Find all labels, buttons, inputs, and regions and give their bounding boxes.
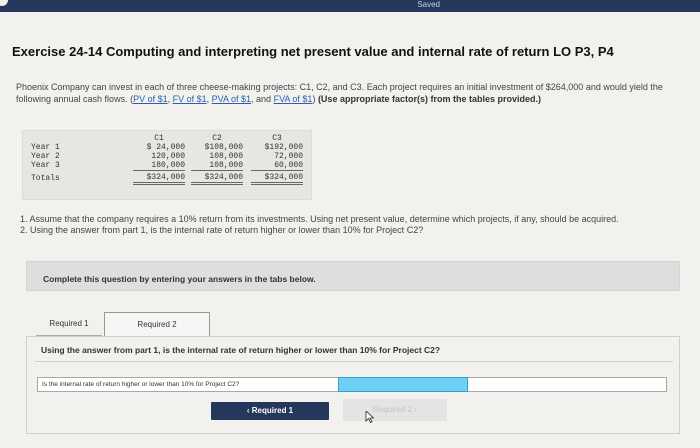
- cell-totals-c3: $324,000: [251, 173, 303, 185]
- cell-year2-c3: 72,000: [274, 152, 303, 161]
- cell-year2-c2: 108,000: [209, 152, 243, 161]
- prev-button-label: Required 1: [251, 406, 294, 415]
- link-pva-of-1[interactable]: PVA of $1: [212, 94, 251, 104]
- tab-required-1[interactable]: Required 1: [36, 312, 102, 336]
- description-note: (Use appropriate factor(s) from the tabl…: [317, 94, 541, 104]
- top-bar: Saved: [0, 0, 700, 12]
- answer-label: Is the internal rate of return higher or…: [42, 381, 240, 388]
- exercise-description: Phoenix Company can invest in each of th…: [16, 82, 663, 104]
- tab-required-2[interactable]: Required 2: [104, 312, 210, 336]
- question-2: 2. Using the answer from part 1, is the …: [20, 225, 424, 235]
- row-label-year3: Year 3: [31, 161, 60, 170]
- menu-circle-icon[interactable]: [0, 0, 8, 6]
- cell-year3-c1: 180,000: [133, 161, 185, 171]
- cell-year3-c2: 108,000: [191, 161, 243, 171]
- cell-year2-c1: 120,000: [151, 152, 185, 161]
- col-header-c2: C2: [212, 134, 222, 143]
- row-label-year1: Year 1: [31, 143, 60, 152]
- panel-divider: [35, 361, 673, 362]
- col-header-c1: C1: [154, 134, 164, 143]
- col-header-c3: C3: [272, 134, 282, 143]
- instruction-text: Complete this question by entering your …: [43, 274, 316, 284]
- chevron-left-icon: ‹: [246, 406, 250, 415]
- required-2-panel: Using the answer from part 1, is the int…: [26, 336, 680, 434]
- question-list: 1. Assume that the company requires a 10…: [20, 214, 680, 236]
- mouse-cursor-icon: [365, 411, 374, 423]
- answer-select[interactable]: [338, 377, 468, 392]
- next-button-label: Required 2: [372, 405, 413, 414]
- required-2-question: Using the answer from part 1, is the int…: [41, 345, 441, 355]
- chevron-right-icon: ›: [414, 405, 418, 414]
- row-label-totals: Totals: [31, 174, 60, 183]
- cell-year1-c2: $108,000: [204, 143, 243, 152]
- prev-button[interactable]: ‹ Required 1: [211, 402, 329, 420]
- answer-row: Is the internal rate of return higher or…: [37, 377, 667, 392]
- row-label-year2: Year 2: [31, 152, 60, 161]
- cell-year1-c1: $ 24,000: [146, 143, 185, 152]
- cash-flow-table: C1 C2 C3 Year 1 $ 24,000 $108,000 $192,0…: [22, 130, 312, 200]
- link-fv-of-1[interactable]: FV of $1: [173, 94, 207, 104]
- cell-year3-c3: 60,000: [251, 161, 303, 171]
- cell-year1-c3: $192,000: [264, 143, 303, 152]
- link-fva-of-1[interactable]: FVA of $1: [274, 94, 313, 104]
- question-1: 1. Assume that the company requires a 10…: [20, 214, 619, 224]
- saved-status: Saved: [417, 0, 440, 9]
- next-button[interactable]: Required 2 ›: [343, 399, 447, 421]
- cell-totals-c1: $324,000: [133, 173, 185, 185]
- link-pv-of-1[interactable]: PV of $1: [133, 94, 168, 104]
- cell-totals-c2: $324,000: [191, 173, 243, 185]
- exercise-title: Exercise 24-14 Computing and interpretin…: [12, 44, 614, 59]
- instruction-banner: Complete this question by entering your …: [26, 261, 680, 291]
